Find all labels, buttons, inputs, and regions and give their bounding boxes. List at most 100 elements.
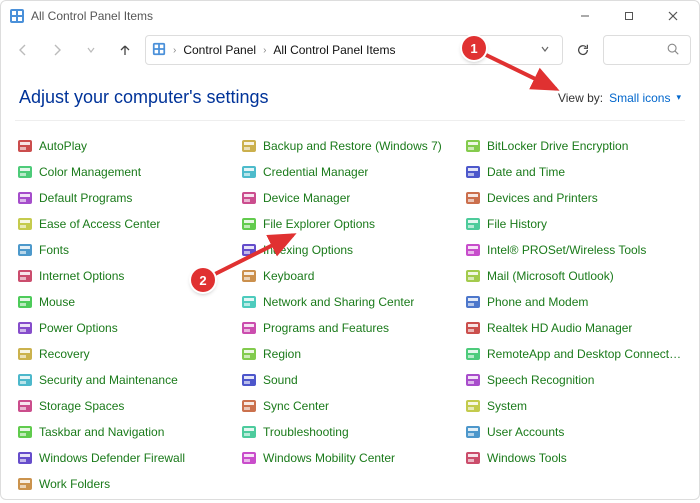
item-icon xyxy=(17,268,33,284)
control-panel-item[interactable]: Taskbar and Navigation xyxy=(15,421,237,443)
item-icon xyxy=(17,164,33,180)
control-panel-item[interactable]: Windows Mobility Center xyxy=(239,447,461,469)
item-label: Power Options xyxy=(39,321,118,335)
breadcrumb-item[interactable]: All Control Panel Items xyxy=(273,43,395,57)
item-icon xyxy=(241,294,257,310)
close-button[interactable] xyxy=(651,2,695,30)
item-label: Windows Tools xyxy=(487,451,567,465)
control-panel-item[interactable]: Mail (Microsoft Outlook) xyxy=(463,265,685,287)
control-panel-item[interactable]: User Accounts xyxy=(463,421,685,443)
control-panel-item[interactable]: Security and Maintenance xyxy=(15,369,237,391)
annotation-callout-1: 1 xyxy=(462,36,486,60)
item-icon xyxy=(17,424,33,440)
item-label: Internet Options xyxy=(39,269,124,283)
item-icon xyxy=(241,372,257,388)
heading-row: Adjust your computer's settings View by:… xyxy=(1,69,699,116)
item-icon xyxy=(465,398,481,414)
item-label: Keyboard xyxy=(263,269,314,283)
control-panel-item[interactable]: Phone and Modem xyxy=(463,291,685,313)
control-panel-item[interactable]: File Explorer Options xyxy=(239,213,461,235)
item-label: Realtek HD Audio Manager xyxy=(487,321,632,335)
item-label: Devices and Printers xyxy=(487,191,598,205)
chevron-right-icon: › xyxy=(260,45,269,56)
item-label: Credential Manager xyxy=(263,165,368,179)
control-panel-item[interactable]: Windows Defender Firewall xyxy=(15,447,237,469)
item-label: Date and Time xyxy=(487,165,565,179)
item-label: Indexing Options xyxy=(263,243,353,257)
control-panel-item[interactable]: Recovery xyxy=(15,343,237,365)
control-panel-item[interactable]: Troubleshooting xyxy=(239,421,461,443)
item-icon xyxy=(241,346,257,362)
control-panel-item[interactable]: Intel® PROSet/Wireless Tools xyxy=(463,239,685,261)
item-icon xyxy=(241,424,257,440)
control-panel-item[interactable]: Color Management xyxy=(15,161,237,183)
control-panel-item[interactable]: Fonts xyxy=(15,239,237,261)
item-label: Taskbar and Navigation xyxy=(39,425,164,439)
item-icon xyxy=(17,398,33,414)
search-icon xyxy=(666,42,680,59)
control-panel-item[interactable]: Windows Tools xyxy=(463,447,685,469)
control-panel-item[interactable]: Devices and Printers xyxy=(463,187,685,209)
control-panel-item[interactable]: Region xyxy=(239,343,461,365)
control-panel-item[interactable]: Date and Time xyxy=(463,161,685,183)
control-panel-item[interactable]: Programs and Features xyxy=(239,317,461,339)
item-label: RemoteApp and Desktop Connectio... xyxy=(487,347,683,361)
item-icon xyxy=(241,450,257,466)
control-panel-item[interactable]: File History xyxy=(463,213,685,235)
search-box[interactable] xyxy=(603,35,691,65)
item-label: File Explorer Options xyxy=(263,217,375,231)
control-panel-item[interactable]: Network and Sharing Center xyxy=(239,291,461,313)
recent-dropdown[interactable] xyxy=(77,36,105,64)
forward-button[interactable] xyxy=(43,36,71,64)
control-panel-item[interactable]: Indexing Options xyxy=(239,239,461,261)
item-label: Color Management xyxy=(39,165,141,179)
control-panel-item[interactable]: Storage Spaces xyxy=(15,395,237,417)
control-panel-item[interactable]: Realtek HD Audio Manager xyxy=(463,317,685,339)
control-panel-item[interactable]: Sound xyxy=(239,369,461,391)
item-label: User Accounts xyxy=(487,425,564,439)
control-panel-item[interactable]: Backup and Restore (Windows 7) xyxy=(239,135,461,157)
control-panel-icon xyxy=(9,8,25,24)
control-panel-item[interactable]: System xyxy=(463,395,685,417)
control-panel-item[interactable]: Ease of Access Center xyxy=(15,213,237,235)
item-label: Windows Mobility Center xyxy=(263,451,395,465)
item-icon xyxy=(465,346,481,362)
minimize-button[interactable] xyxy=(563,2,607,30)
control-panel-item[interactable]: Power Options xyxy=(15,317,237,339)
item-icon xyxy=(241,268,257,284)
control-panel-item[interactable]: Device Manager xyxy=(239,187,461,209)
control-panel-item[interactable]: Speech Recognition xyxy=(463,369,685,391)
control-panel-item[interactable]: Mouse xyxy=(15,291,237,313)
item-icon xyxy=(465,190,481,206)
view-by-value[interactable]: Small icons xyxy=(609,91,670,105)
chevron-right-icon: › xyxy=(170,45,179,56)
up-button[interactable] xyxy=(111,36,139,64)
item-label: Troubleshooting xyxy=(263,425,349,439)
control-panel-item[interactable]: AutoPlay xyxy=(15,135,237,157)
refresh-button[interactable] xyxy=(569,36,597,64)
item-label: Region xyxy=(263,347,301,361)
control-panel-item[interactable]: Credential Manager xyxy=(239,161,461,183)
address-dropdown[interactable] xyxy=(534,43,556,57)
item-label: Sync Center xyxy=(263,399,329,413)
item-icon xyxy=(465,164,481,180)
control-panel-item[interactable]: RemoteApp and Desktop Connectio... xyxy=(463,343,685,365)
breadcrumb-item[interactable]: Control Panel xyxy=(183,43,256,57)
item-icon xyxy=(17,242,33,258)
view-by-control[interactable]: View by: Small icons ▾ xyxy=(558,91,681,105)
item-icon xyxy=(17,476,33,492)
titlebar: All Control Panel Items xyxy=(1,1,699,31)
item-label: File History xyxy=(487,217,547,231)
item-label: Network and Sharing Center xyxy=(263,295,414,309)
back-button[interactable] xyxy=(9,36,37,64)
item-icon xyxy=(241,190,257,206)
control-panel-item[interactable]: BitLocker Drive Encryption xyxy=(463,135,685,157)
control-panel-item[interactable]: Default Programs xyxy=(15,187,237,209)
annotation-callout-2: 2 xyxy=(191,268,215,292)
maximize-button[interactable] xyxy=(607,2,651,30)
control-panel-item[interactable]: Work Folders xyxy=(15,473,237,495)
control-panel-item[interactable]: Keyboard xyxy=(239,265,461,287)
address-bar[interactable]: › Control Panel › All Control Panel Item… xyxy=(145,35,563,65)
item-icon xyxy=(241,242,257,258)
control-panel-item[interactable]: Sync Center xyxy=(239,395,461,417)
